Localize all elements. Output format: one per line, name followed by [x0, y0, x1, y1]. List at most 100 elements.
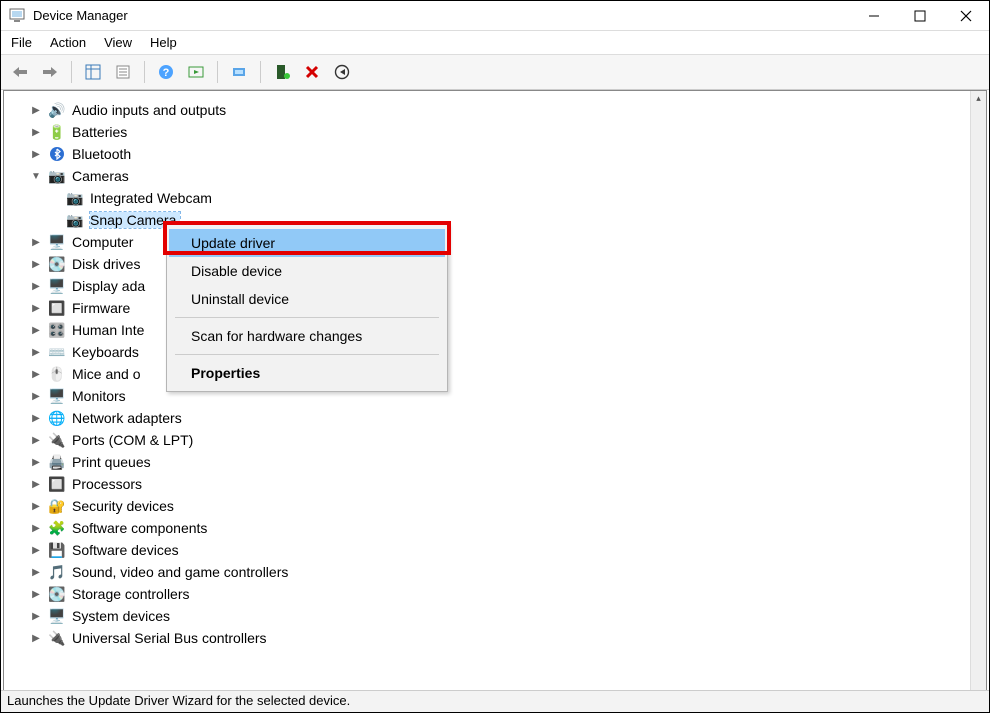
menu-update-driver[interactable]: Update driver: [169, 229, 445, 257]
svg-text:?: ?: [163, 67, 170, 79]
tree-node-usb[interactable]: ▶ 🔌 Universal Serial Bus controllers: [30, 627, 970, 649]
update-driver-button[interactable]: [226, 59, 252, 85]
tree-label: Processors: [72, 476, 142, 492]
monitor-icon: 🖥️: [48, 387, 66, 405]
tree-label: Software components: [72, 520, 207, 536]
chevron-right-icon[interactable]: ▶: [30, 545, 42, 556]
chevron-right-icon[interactable]: ▶: [30, 127, 42, 138]
tree-node-print-queues[interactable]: ▶ 🖨️ Print queues: [30, 451, 970, 473]
maximize-button[interactable]: [897, 1, 943, 31]
storage-icon: 💽: [48, 585, 66, 603]
chevron-right-icon[interactable]: ▶: [30, 325, 42, 336]
usb-icon: 🔌: [48, 629, 66, 647]
chevron-right-icon[interactable]: ▶: [30, 259, 42, 270]
tree-node-ports[interactable]: ▶ 🔌 Ports (COM & LPT): [30, 429, 970, 451]
chevron-right-icon[interactable]: ▶: [30, 105, 42, 116]
window-title: Device Manager: [33, 8, 851, 23]
tree-label: Integrated Webcam: [90, 190, 212, 206]
tree-label: Audio inputs and outputs: [72, 102, 226, 118]
toolbar-separator: [260, 61, 261, 83]
back-button[interactable]: [7, 59, 33, 85]
vertical-scrollbar[interactable]: ▴: [970, 91, 986, 699]
software-device-icon: 💾: [48, 541, 66, 559]
tree-node-processors[interactable]: ▶ 🔲 Processors: [30, 473, 970, 495]
sound-icon: 🎵: [48, 563, 66, 581]
chevron-right-icon[interactable]: ▶: [30, 391, 42, 402]
menu-item-label: Properties: [191, 365, 260, 381]
tree-label: Mice and o: [72, 366, 140, 382]
menu-properties[interactable]: Properties: [169, 359, 445, 387]
menu-help[interactable]: Help: [150, 35, 177, 50]
chevron-right-icon[interactable]: ▶: [30, 479, 42, 490]
tree-node-bluetooth[interactable]: ▶ Bluetooth: [30, 143, 970, 165]
chevron-right-icon[interactable]: ▶: [30, 567, 42, 578]
properties-button[interactable]: [110, 59, 136, 85]
tree-label: Network adapters: [72, 410, 182, 426]
security-icon: 🔐: [48, 497, 66, 515]
enable-device-button[interactable]: [269, 59, 295, 85]
menu-item-label: Scan for hardware changes: [191, 328, 362, 344]
help-button[interactable]: ?: [153, 59, 179, 85]
chevron-right-icon[interactable]: ▶: [30, 523, 42, 534]
menu-scan-hardware[interactable]: Scan for hardware changes: [169, 322, 445, 350]
camera-icon: 📷: [66, 189, 84, 207]
menu-disable-device[interactable]: Disable device: [169, 257, 445, 285]
uninstall-button[interactable]: [299, 59, 325, 85]
chevron-right-icon[interactable]: ▶: [30, 435, 42, 446]
device-tree[interactable]: ▶ 🔊 Audio inputs and outputs ▶ 🔋 Batteri…: [6, 93, 970, 699]
tree-node-audio[interactable]: ▶ 🔊 Audio inputs and outputs: [30, 99, 970, 121]
chevron-right-icon[interactable]: ▶: [30, 501, 42, 512]
menu-action[interactable]: Action: [50, 35, 86, 50]
firmware-icon: 🔲: [48, 299, 66, 317]
software-component-icon: 🧩: [48, 519, 66, 537]
close-button[interactable]: [943, 1, 989, 31]
show-hide-tree-button[interactable]: [80, 59, 106, 85]
tree-node-storage[interactable]: ▶ 💽 Storage controllers: [30, 583, 970, 605]
window-controls: [851, 1, 989, 31]
tree-label: Monitors: [72, 388, 126, 404]
tree-label: Universal Serial Bus controllers: [72, 630, 267, 646]
chevron-right-icon[interactable]: ▶: [30, 589, 42, 600]
tree-label: Software devices: [72, 542, 179, 558]
minimize-button[interactable]: [851, 1, 897, 31]
scroll-up-arrow[interactable]: ▴: [976, 91, 981, 104]
battery-icon: 🔋: [48, 123, 66, 141]
tree-node-security[interactable]: ▶ 🔐 Security devices: [30, 495, 970, 517]
tree-node-cameras[interactable]: ▼ 📷 Cameras: [30, 165, 970, 187]
tree-node-software-components[interactable]: ▶ 🧩 Software components: [30, 517, 970, 539]
tree-label: Print queues: [72, 454, 151, 470]
chevron-right-icon[interactable]: ▶: [30, 237, 42, 248]
chevron-right-icon[interactable]: ▶: [30, 369, 42, 380]
chevron-right-icon[interactable]: ▶: [30, 413, 42, 424]
chevron-right-icon[interactable]: ▶: [30, 149, 42, 160]
display-icon: 🖥️: [48, 277, 66, 295]
device-manager-icon: [9, 8, 25, 24]
tree-node-system[interactable]: ▶ 🖥️ System devices: [30, 605, 970, 627]
menu-uninstall-device[interactable]: Uninstall device: [169, 285, 445, 313]
audio-icon: 🔊: [48, 101, 66, 119]
chevron-right-icon[interactable]: ▶: [30, 303, 42, 314]
tree-label: Ports (COM & LPT): [72, 432, 193, 448]
menu-file[interactable]: File: [11, 35, 32, 50]
tree-node-sound[interactable]: ▶ 🎵 Sound, video and game controllers: [30, 561, 970, 583]
chevron-down-icon[interactable]: ▼: [30, 171, 42, 182]
computer-icon: 🖥️: [48, 233, 66, 251]
tree-node-integrated-webcam[interactable]: 📷 Integrated Webcam: [66, 187, 970, 209]
chevron-right-icon[interactable]: ▶: [30, 611, 42, 622]
menu-view[interactable]: View: [104, 35, 132, 50]
tree-node-software-devices[interactable]: ▶ 💾 Software devices: [30, 539, 970, 561]
tree-label: Bluetooth: [72, 146, 131, 162]
device-tree-panel: ▶ 🔊 Audio inputs and outputs ▶ 🔋 Batteri…: [3, 90, 987, 700]
title-bar: Device Manager: [1, 1, 989, 31]
chevron-right-icon[interactable]: ▶: [30, 281, 42, 292]
network-icon: 🌐: [48, 409, 66, 427]
chevron-right-icon[interactable]: ▶: [30, 457, 42, 468]
chevron-right-icon[interactable]: ▶: [30, 633, 42, 644]
tree-node-batteries[interactable]: ▶ 🔋 Batteries: [30, 121, 970, 143]
forward-button[interactable]: [37, 59, 63, 85]
chevron-right-icon[interactable]: ▶: [30, 347, 42, 358]
tree-label: Disk drives: [72, 256, 140, 272]
disable-device-button[interactable]: [329, 59, 355, 85]
scan-hardware-button[interactable]: [183, 59, 209, 85]
tree-node-network[interactable]: ▶ 🌐 Network adapters: [30, 407, 970, 429]
